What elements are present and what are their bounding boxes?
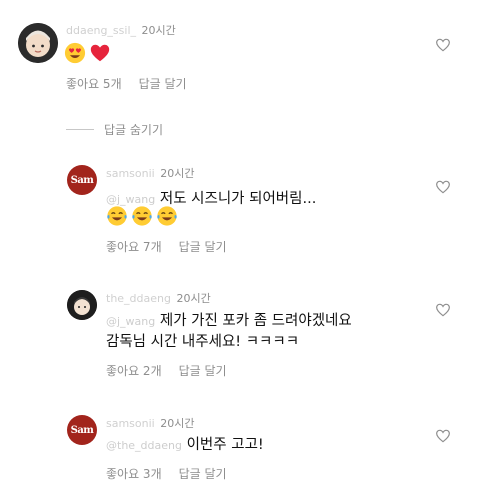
- likes-count[interactable]: 좋아요 3개: [106, 465, 162, 482]
- comment-body: 저도 시즈니가 되어버림...: [159, 191, 317, 207]
- comment-text: @j_wang 제가 가진 포카 좀 드려야겠네요: [106, 310, 352, 333]
- avatar[interactable]: Sam: [67, 415, 97, 445]
- comment-meta: ddaeng_ssil_ 20시간: [66, 22, 176, 38]
- reply-button[interactable]: 답글 달기: [179, 465, 227, 482]
- comment-actions: 좋아요 3개 답글 달기: [106, 465, 227, 482]
- hide-replies-label: 답글 숨기기: [104, 123, 164, 137]
- username[interactable]: samsonii: [106, 167, 155, 180]
- avatar-character-icon: [18, 23, 58, 63]
- reply-comment: Sam samsonii 20시간 @j_wang 저도 시즈니가 되어버림..…: [0, 160, 480, 260]
- comment-text: @the_ddaeng 이번주 고고!: [106, 434, 264, 457]
- comment-actions: 좋아요 2개 답글 달기: [106, 362, 227, 379]
- comment-actions: 좋아요 5개 답글 달기: [66, 75, 187, 92]
- avatar-brand-text: Sam: [70, 174, 94, 186]
- comment-actions: 좋아요 7개 답글 달기: [106, 238, 227, 255]
- comment-body-line1: 제가 가진 포카 좀 드려야겠네요: [159, 313, 352, 329]
- top-comment: ddaeng_ssil_ 20시간 좋아요 5개 답글 달기: [0, 0, 480, 100]
- tears-of-joy-emoji-icon: [107, 206, 127, 226]
- comment-meta: the_ddaeng 20시간: [106, 290, 211, 306]
- avatar-brand-text: Sam: [70, 424, 94, 436]
- comment-emoji-text: [64, 42, 111, 64]
- like-heart-icon[interactable]: [435, 37, 451, 53]
- red-heart-emoji-icon: [90, 44, 110, 62]
- username[interactable]: the_ddaeng: [106, 292, 171, 305]
- tears-of-joy-emoji-icon: [132, 206, 152, 226]
- reply-button[interactable]: 답글 달기: [179, 362, 227, 379]
- like-heart-icon[interactable]: [435, 302, 451, 318]
- comment-emoji-text: [106, 205, 178, 227]
- timestamp: 20시간: [176, 292, 211, 305]
- avatar-character-icon: [67, 290, 97, 320]
- divider: [66, 129, 94, 130]
- timestamp: 20시간: [141, 24, 176, 37]
- comment-meta: samsonii 20시간: [106, 165, 194, 181]
- reply-button[interactable]: 답글 달기: [139, 75, 187, 92]
- mention-link[interactable]: @j_wang: [106, 315, 155, 328]
- like-heart-icon[interactable]: [435, 428, 451, 444]
- likes-count[interactable]: 좋아요 2개: [106, 362, 162, 379]
- timestamp: 20시간: [160, 417, 195, 430]
- comment-text-line2: 감독님 시간 내주세요! ㅋㅋㅋㅋ: [106, 331, 299, 353]
- avatar[interactable]: Sam: [67, 165, 97, 195]
- reply-button[interactable]: 답글 달기: [179, 238, 227, 255]
- hide-replies-button[interactable]: 답글 숨기기: [66, 121, 163, 138]
- username[interactable]: ddaeng_ssil_: [66, 24, 136, 37]
- comment-body-line2: 감독님 시간 내주세요! ㅋㅋㅋㅋ: [106, 334, 300, 350]
- tears-of-joy-emoji-icon: [157, 206, 177, 226]
- heart-eyes-emoji-icon: [64, 42, 86, 64]
- timestamp: 20시간: [160, 167, 195, 180]
- reply-comment: Sam samsonii 20시간 @the_ddaeng 이번주 고고! 좋아…: [0, 410, 480, 490]
- like-heart-icon[interactable]: [435, 179, 451, 195]
- reply-comment: the_ddaeng 20시간 @j_wang 제가 가진 포카 좀 드려야겠네…: [0, 285, 480, 385]
- likes-count[interactable]: 좋아요 7개: [106, 238, 162, 255]
- comment-body: 이번주 고고!: [186, 437, 264, 453]
- mention-link[interactable]: @the_ddaeng: [106, 439, 182, 452]
- avatar[interactable]: [18, 23, 58, 63]
- comment-meta: samsonii 20시간: [106, 415, 194, 431]
- likes-count[interactable]: 좋아요 5개: [66, 75, 122, 92]
- username[interactable]: samsonii: [106, 417, 155, 430]
- avatar[interactable]: [67, 290, 97, 320]
